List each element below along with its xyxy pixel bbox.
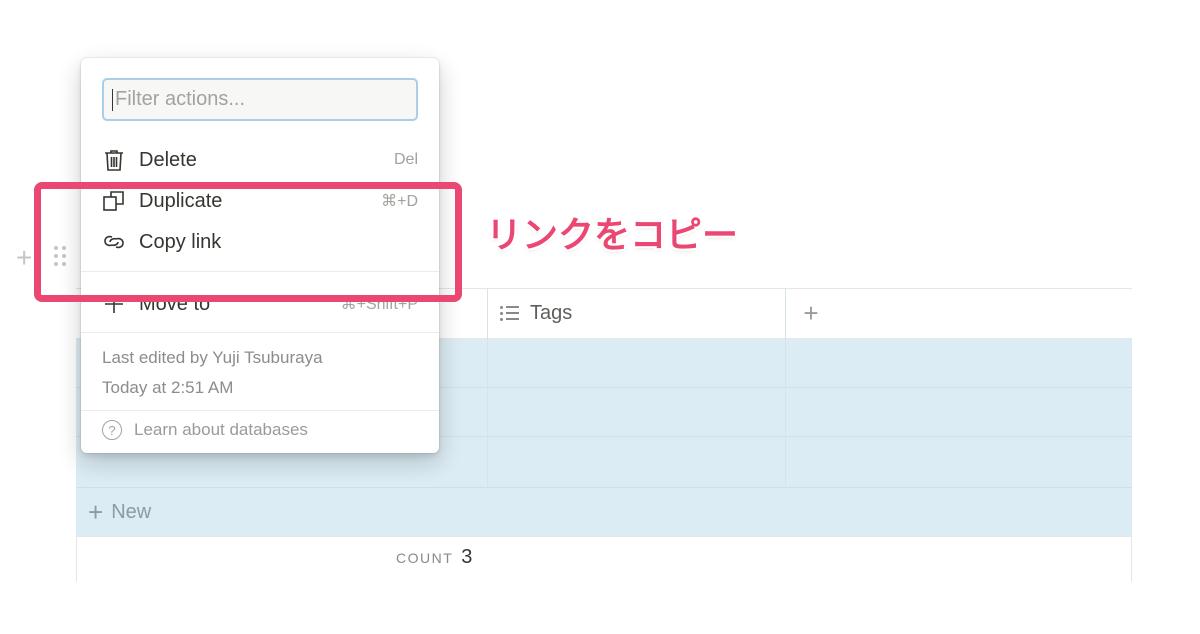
menu-item-label: Delete [139, 148, 197, 171]
learn-link-label: Learn about databases [134, 420, 308, 439]
count-label: COUNT [396, 550, 454, 566]
help-icon: ? [102, 420, 122, 440]
count-value: 3 [461, 546, 473, 568]
column-header-tags[interactable]: Tags [500, 288, 572, 338]
add-column-button[interactable]: + [786, 288, 836, 338]
shortcut-label: Del [393, 151, 418, 168]
add-row-plus-icon[interactable]: + [16, 242, 32, 274]
column-header-label: Tags [530, 301, 573, 324]
new-row-label: New [111, 500, 152, 523]
last-edited-by: Last edited by Yuji Tsuburaya [102, 348, 323, 367]
annotation-label: リンクをコピー [486, 215, 739, 256]
count-summary[interactable]: COUNT 3 [396, 546, 472, 569]
highlight-box [34, 182, 462, 302]
plus-icon: + [88, 497, 104, 527]
list-icon [500, 305, 520, 321]
text-caret [112, 88, 113, 111]
learn-about-databases-link[interactable]: ? Learn about databases [102, 420, 308, 440]
menu-item-delete[interactable]: Delete Del [102, 140, 418, 180]
filter-actions-input[interactable]: Filter actions... [102, 78, 418, 121]
trash-icon [102, 148, 126, 172]
new-row-button[interactable]: + New [76, 488, 1132, 536]
last-edited-time: Today at 2:51 AM [102, 378, 234, 397]
filter-placeholder: Filter actions... [115, 88, 246, 110]
